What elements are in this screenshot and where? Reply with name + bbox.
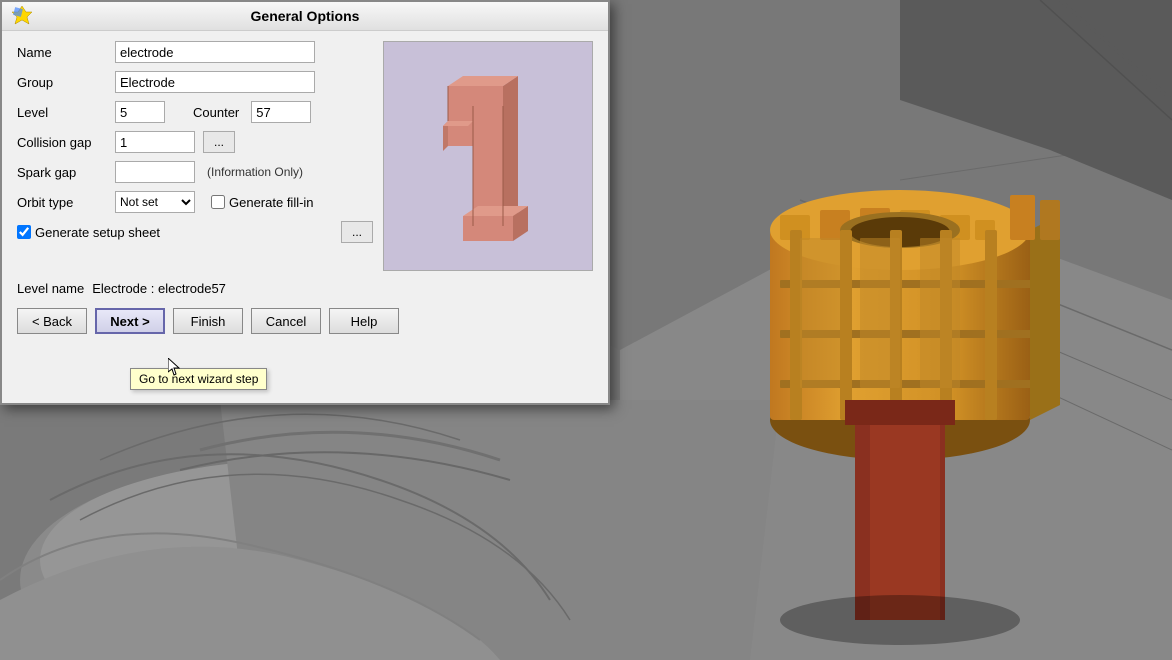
level-label: Level — [17, 105, 107, 120]
electrode-preview — [383, 41, 593, 271]
level-name-area: Level name Electrode : electrode57 — [2, 281, 608, 296]
spark-gap-input[interactable] — [115, 161, 195, 183]
dialog-footer-buttons: < Back Next > Finish Cancel Help — [2, 302, 608, 344]
collision-gap-row: Collision gap ... — [17, 131, 373, 153]
orbit-type-row: Orbit type Not set Type 1 Type 2 Generat… — [17, 191, 373, 213]
finish-button[interactable]: Finish — [173, 308, 243, 334]
level-name-value: Electrode : electrode57 — [92, 281, 226, 296]
group-label: Group — [17, 75, 107, 90]
collision-gap-input[interactable] — [115, 131, 195, 153]
level-name-label: Level name — [17, 281, 84, 296]
counter-input[interactable] — [251, 101, 311, 123]
name-label: Name — [17, 45, 107, 60]
generate-setup-label: Generate setup sheet — [35, 225, 160, 240]
generate-setup-checkbox[interactable] — [17, 225, 31, 239]
generate-fillin-checkbox[interactable] — [211, 195, 225, 209]
electrode-preview-svg — [388, 46, 588, 266]
generate-setup-row: Generate setup sheet ... — [17, 221, 373, 243]
counter-label: Counter — [193, 105, 239, 120]
back-button[interactable]: < Back — [17, 308, 87, 334]
collision-gap-dots-button[interactable]: ... — [203, 131, 235, 153]
level-input[interactable] — [115, 101, 165, 123]
group-row: Group — [17, 71, 373, 93]
name-row: Name — [17, 41, 373, 63]
dialog-title: General Options — [251, 8, 360, 24]
group-input[interactable] — [115, 71, 315, 93]
spark-gap-row: Spark gap (Information Only) — [17, 161, 373, 183]
next-button[interactable]: Next > — [95, 308, 165, 334]
generate-fillin-label: Generate fill-in — [229, 195, 314, 210]
dialog-titlebar: General Options — [2, 2, 608, 31]
spark-gap-info: (Information Only) — [207, 165, 303, 179]
spark-gap-label: Spark gap — [17, 165, 107, 180]
level-counter-row: Level Counter — [17, 101, 373, 123]
dialog-body: Name Group Level Counter Collision gap .… — [2, 31, 608, 281]
help-button[interactable]: Help — [329, 308, 399, 334]
collision-gap-label: Collision gap — [17, 135, 107, 150]
dialog-form: Name Group Level Counter Collision gap .… — [17, 41, 373, 271]
app-icon — [10, 4, 34, 28]
cancel-button[interactable]: Cancel — [251, 308, 321, 334]
setup-sheet-dots-button[interactable]: ... — [341, 221, 373, 243]
orbit-type-label: Orbit type — [17, 195, 107, 210]
generate-fillin-checkbox-label: Generate fill-in — [211, 195, 314, 210]
orbit-type-select[interactable]: Not set Type 1 Type 2 — [115, 191, 195, 213]
general-options-dialog: General Options Name Group Level Counter — [0, 0, 610, 405]
name-input[interactable] — [115, 41, 315, 63]
generate-setup-checkbox-label: Generate setup sheet — [17, 225, 160, 240]
